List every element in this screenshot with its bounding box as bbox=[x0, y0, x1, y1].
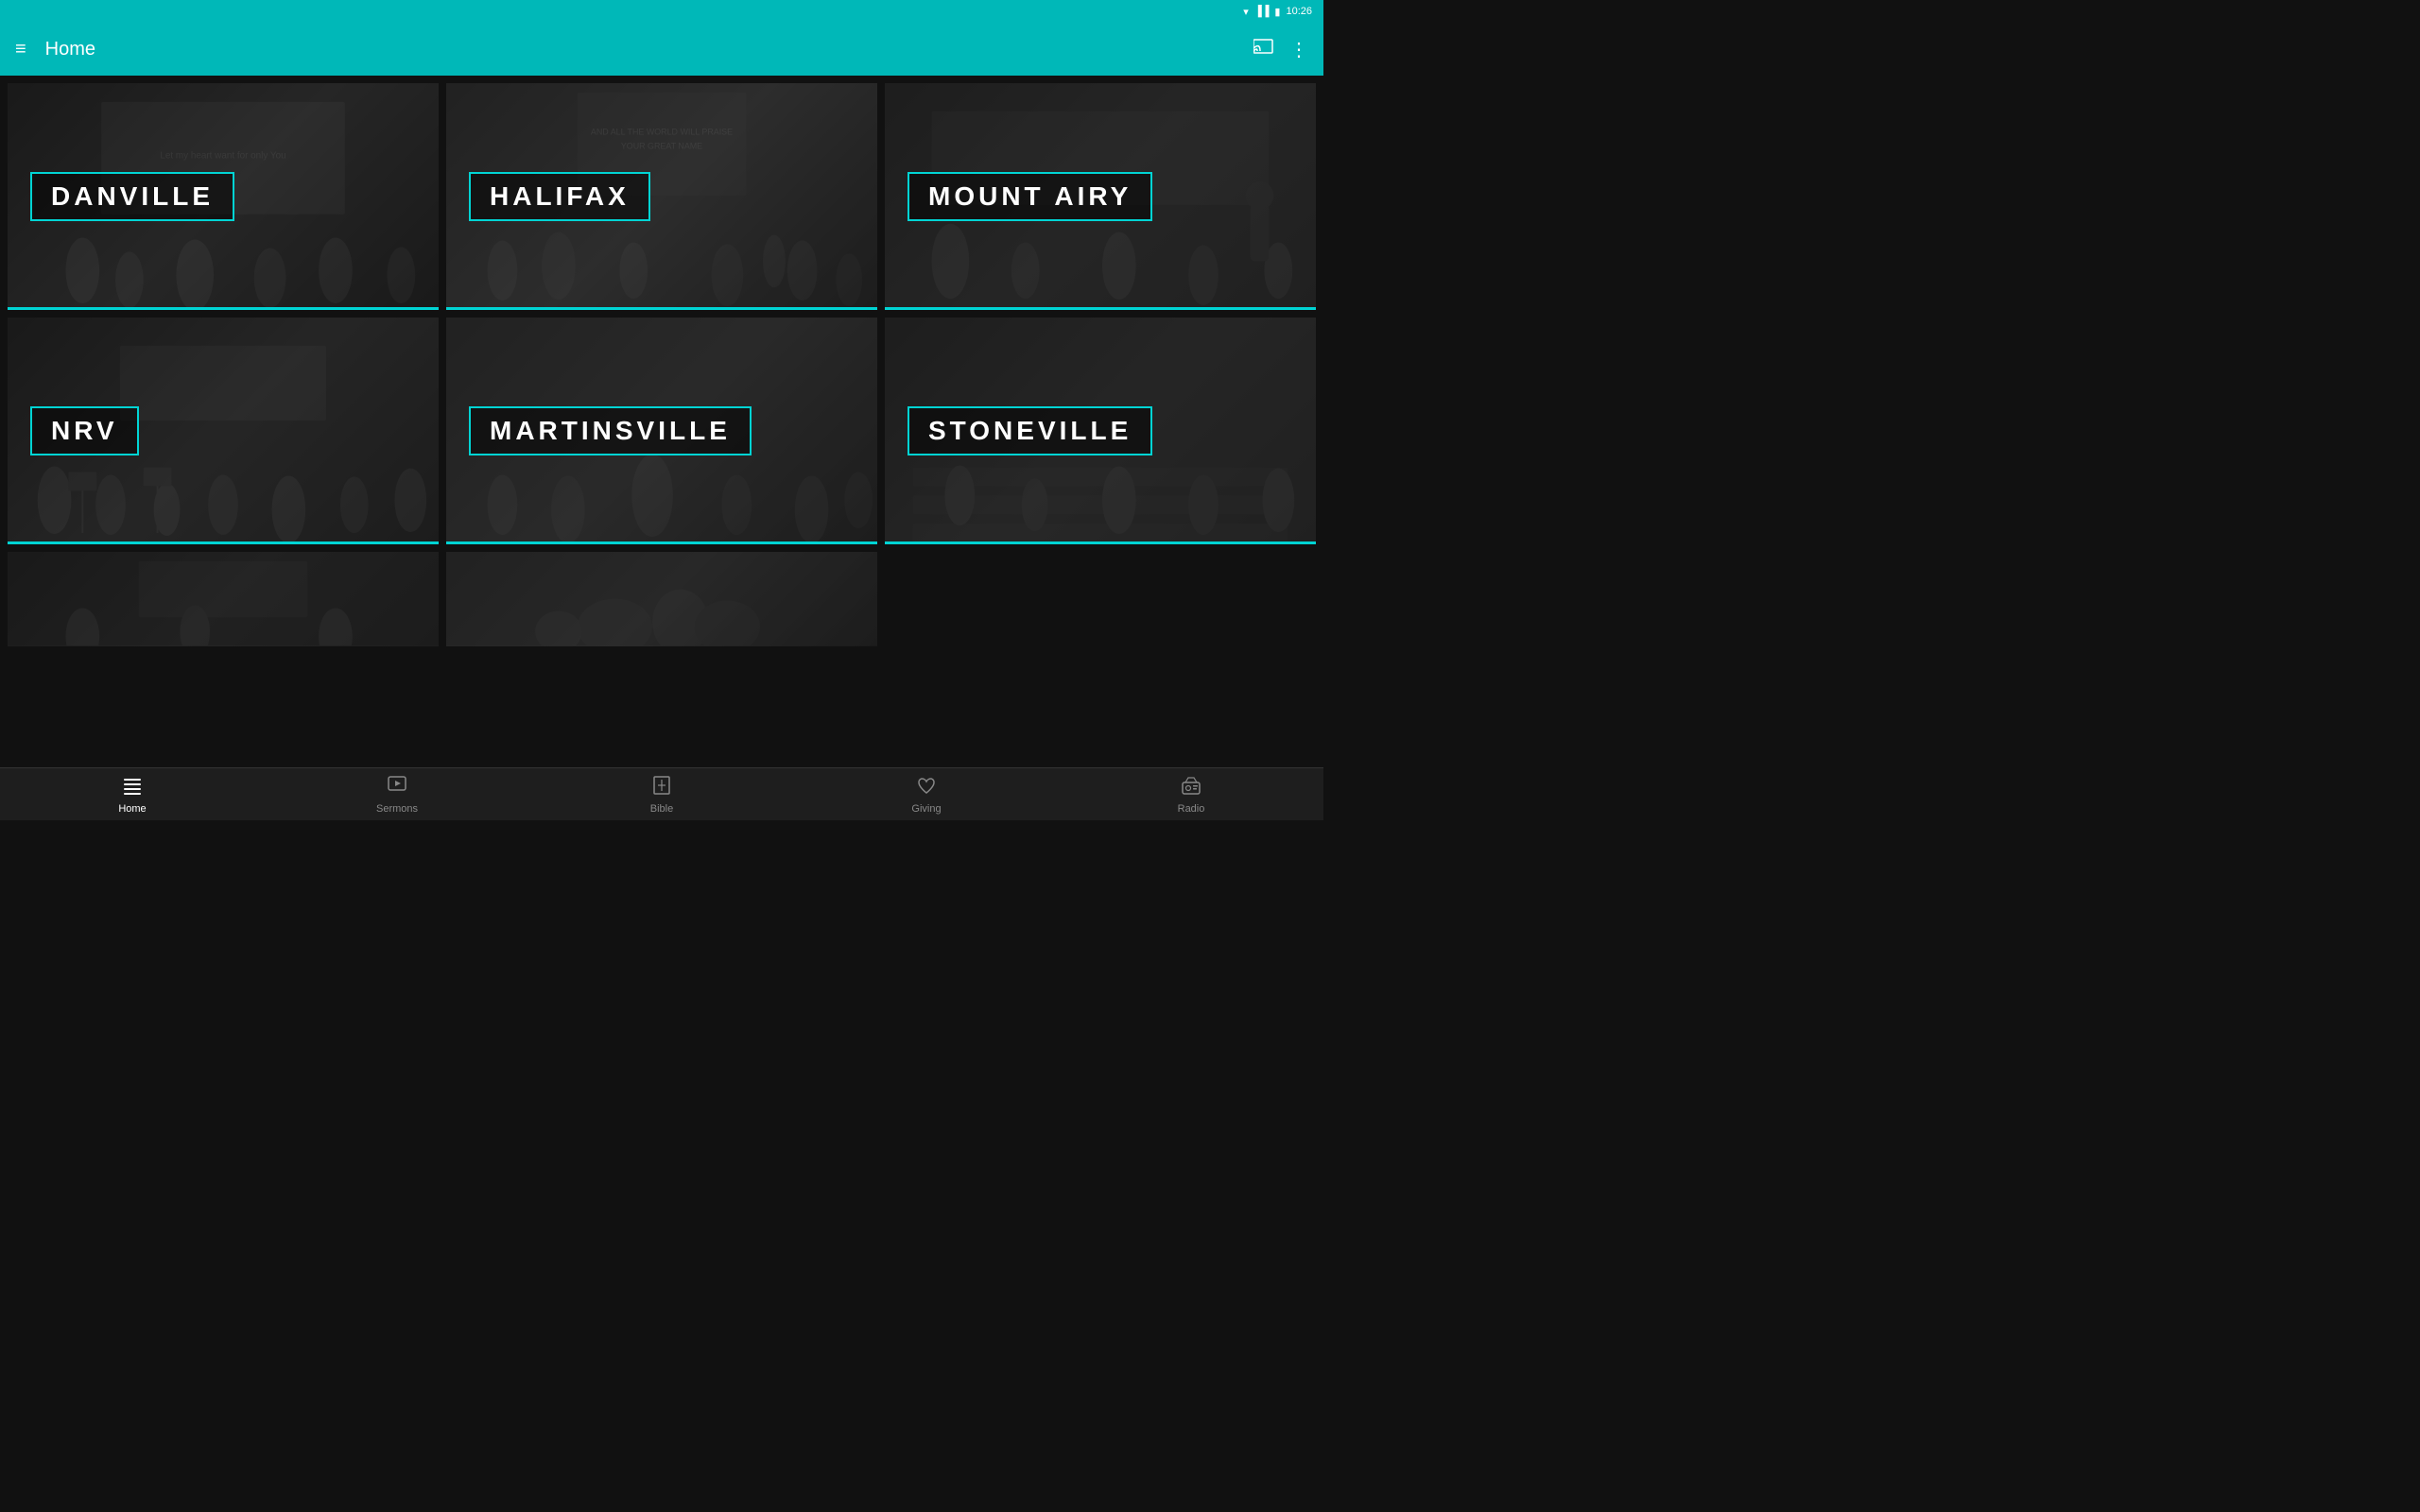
nav-giving[interactable]: Giving bbox=[889, 775, 964, 815]
svg-text:AND ALL THE WORLD WILL PRAISE: AND ALL THE WORLD WILL PRAISE bbox=[591, 128, 733, 137]
halifax-label: HALIFAX bbox=[469, 172, 650, 221]
partial-row bbox=[0, 552, 1323, 646]
nrv-card[interactable]: NRV bbox=[8, 318, 439, 544]
sermons-nav-icon bbox=[387, 775, 407, 801]
home-nav-label: Home bbox=[118, 803, 146, 815]
partial-bg-1 bbox=[8, 552, 439, 646]
status-icons: ▾ ▐▐ ▮ 10:26 bbox=[1243, 6, 1312, 18]
partial-card-3-empty bbox=[885, 552, 1316, 646]
danville-label: DANVILLE bbox=[30, 172, 234, 221]
halifax-card[interactable]: AND ALL THE WORLD WILL PRAISE YOUR GREAT… bbox=[446, 83, 877, 310]
cast-icon[interactable] bbox=[1253, 38, 1274, 60]
danville-card[interactable]: Let my heart want for only You DANVILLE bbox=[8, 83, 439, 310]
wifi-icon: ▾ bbox=[1243, 6, 1249, 18]
martinsville-card[interactable]: MARTINSVILLE bbox=[446, 318, 877, 544]
app-bar: ≡ Home ⋮ bbox=[0, 23, 1323, 76]
halifax-teal-line bbox=[446, 307, 877, 310]
nav-home[interactable]: Home bbox=[95, 775, 170, 815]
home-nav-icon bbox=[122, 775, 143, 801]
battery-icon: ▮ bbox=[1274, 6, 1280, 18]
location-grid: Let my heart want for only You DANVILLE bbox=[0, 76, 1323, 552]
bible-nav-icon bbox=[651, 775, 672, 801]
stoneville-card[interactable]: STONEVILLE bbox=[885, 318, 1316, 544]
mountairy-teal-line bbox=[885, 307, 1316, 310]
stoneville-teal-line bbox=[885, 541, 1316, 544]
bible-nav-label: Bible bbox=[650, 803, 673, 815]
martinsville-label: MARTINSVILLE bbox=[469, 406, 752, 455]
app-title: Home bbox=[45, 39, 1253, 60]
partial-card-1[interactable] bbox=[8, 552, 439, 646]
giving-nav-icon bbox=[916, 775, 937, 801]
hamburger-icon[interactable]: ≡ bbox=[15, 39, 26, 60]
stoneville-label: STONEVILLE bbox=[908, 406, 1152, 455]
nrv-label: NRV bbox=[30, 406, 139, 455]
more-options-icon[interactable]: ⋮ bbox=[1289, 38, 1308, 61]
martinsville-teal-line bbox=[446, 541, 877, 544]
content-area: Let my heart want for only You DANVILLE bbox=[0, 76, 1323, 767]
partial-bg-2 bbox=[446, 552, 877, 646]
radio-nav-label: Radio bbox=[1178, 803, 1205, 815]
signal-icon: ▐▐ bbox=[1254, 6, 1270, 17]
mountairy-label: MOUNT AIRY bbox=[908, 172, 1152, 221]
time-display: 10:26 bbox=[1286, 6, 1312, 17]
app-bar-actions: ⋮ bbox=[1253, 38, 1308, 61]
svg-text:Let my heart want for only You: Let my heart want for only You bbox=[160, 150, 285, 161]
bottom-navigation: Home Sermons Bible Giving bbox=[0, 767, 1323, 820]
status-bar: ▾ ▐▐ ▮ 10:26 bbox=[0, 0, 1323, 23]
nav-sermons[interactable]: Sermons bbox=[359, 775, 435, 815]
svg-text:YOUR GREAT NAME: YOUR GREAT NAME bbox=[621, 141, 702, 150]
sermons-nav-label: Sermons bbox=[376, 803, 418, 815]
mountairy-card[interactable]: MOUNT AIRY bbox=[885, 83, 1316, 310]
nav-bible[interactable]: Bible bbox=[624, 775, 700, 815]
nrv-teal-line bbox=[8, 541, 439, 544]
radio-nav-icon bbox=[1181, 775, 1201, 801]
nav-radio[interactable]: Radio bbox=[1153, 775, 1229, 815]
partial-card-2[interactable] bbox=[446, 552, 877, 646]
giving-nav-label: Giving bbox=[911, 803, 941, 815]
danville-teal-line bbox=[8, 307, 439, 310]
